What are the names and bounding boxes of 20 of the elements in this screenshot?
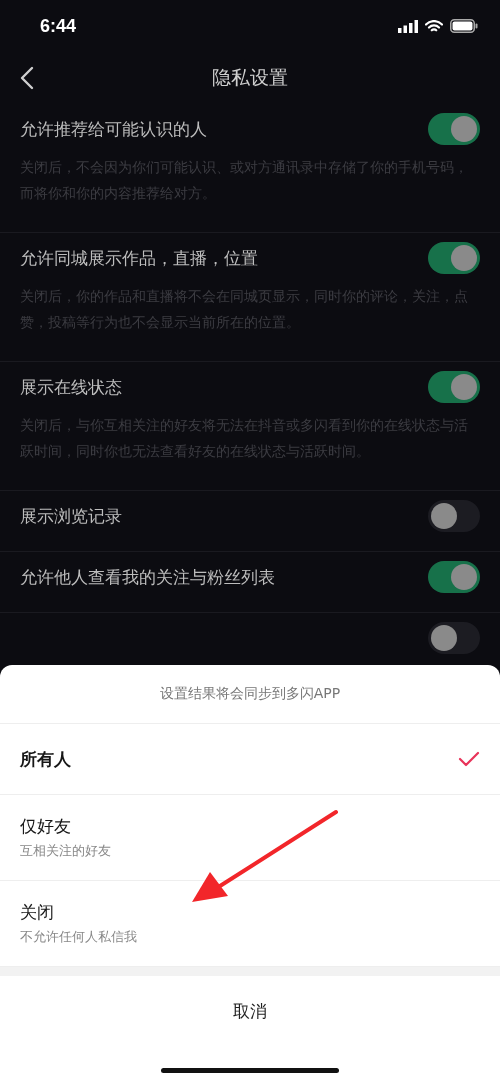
- signal-icon: [398, 19, 418, 33]
- toggle-switch[interactable]: [428, 242, 480, 274]
- wifi-icon: [425, 19, 443, 33]
- toggle-switch[interactable]: [428, 561, 480, 593]
- setting-title: 展示在线状态: [20, 375, 122, 399]
- status-time: 6:44: [40, 15, 77, 37]
- option-item[interactable]: 所有人: [0, 724, 500, 795]
- setting-title: 允许推荐给可能认识的人: [20, 117, 207, 141]
- setting-title: 展示浏览记录: [20, 504, 122, 528]
- toggle-switch[interactable]: [428, 500, 480, 532]
- back-icon[interactable]: [20, 66, 34, 90]
- setting-title: 允许同城展示作品，直播，位置: [20, 246, 258, 270]
- setting-title: 允许他人查看我的关注与粉丝列表: [20, 565, 275, 589]
- checkmark-icon: [458, 751, 480, 767]
- battery-icon: [450, 19, 478, 33]
- toggle-switch[interactable]: [428, 113, 480, 145]
- toggle-switch[interactable]: [428, 371, 480, 403]
- sheet-note: 设置结果将会同步到多闪APP: [0, 665, 500, 724]
- page-title: 隐私设置: [212, 65, 288, 90]
- toggle-switch[interactable]: [428, 622, 480, 654]
